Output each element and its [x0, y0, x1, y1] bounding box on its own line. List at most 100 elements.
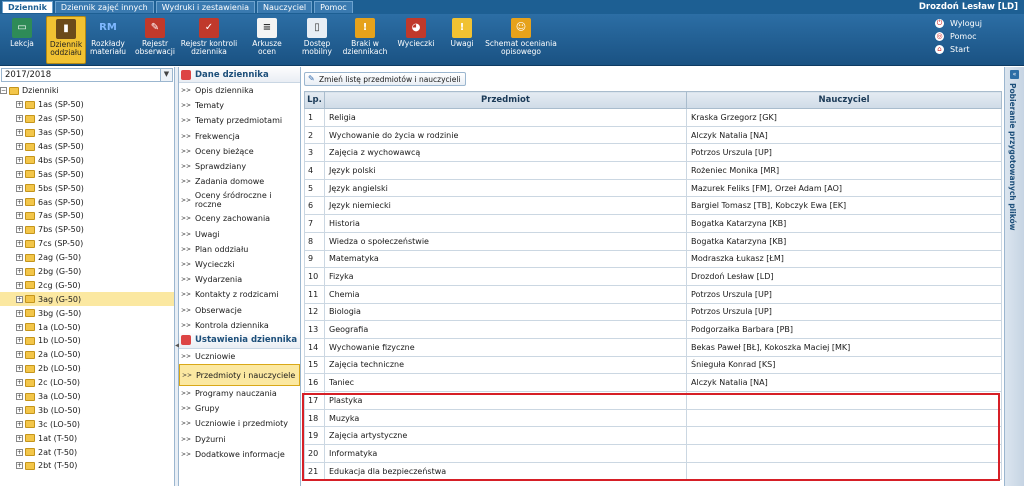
- table-row[interactable]: 9 Matematyka Modraszka Łukasz [ŁM]: [304, 249, 1002, 269]
- tree-item[interactable]: +2a (LO-50): [0, 348, 174, 362]
- nav-item[interactable]: >> Tematy: [179, 98, 300, 113]
- tree-item[interactable]: +1at (T-50): [0, 431, 174, 445]
- nav-item[interactable]: >> Wycieczki: [179, 257, 300, 272]
- table-row[interactable]: 7 Historia Bogatka Katarzyna [KB]: [304, 214, 1002, 233]
- tree-item[interactable]: +3bg (G-50): [0, 306, 174, 320]
- expand-icon[interactable]: +: [16, 143, 23, 150]
- toolbar-button-scheme[interactable]: ☺ Schemat oceniania opisowego: [482, 16, 560, 64]
- table-row[interactable]: 10 Fizyka Drozdoń Lesław [LD]: [304, 267, 1002, 286]
- expand-icon[interactable]: +: [16, 323, 23, 331]
- tree-item[interactable]: +4bs (SP-50): [0, 153, 174, 167]
- tree-item[interactable]: +2ag (G-50): [0, 251, 174, 265]
- nav-item[interactable]: >> Dodatkowe informacje: [179, 447, 300, 462]
- toolbar-button-board[interactable]: ▭ Lekcja: [2, 16, 42, 64]
- nav-item[interactable]: >> Uwagi: [179, 227, 300, 242]
- expand-icon[interactable]: +: [16, 309, 23, 317]
- tree-item[interactable]: +3b (LO-50): [0, 403, 174, 417]
- tree-item[interactable]: +3a (LO-50): [0, 390, 174, 404]
- tab-3[interactable]: Nauczyciel: [257, 1, 313, 13]
- toolbar-button-control[interactable]: ✓ Rejestr kontroli dziennika: [180, 16, 238, 64]
- expand-icon[interactable]: +: [16, 129, 23, 137]
- tree-item[interactable]: +5as (SP-50): [0, 167, 174, 181]
- nav-item[interactable]: >> Frekwencja: [179, 129, 300, 144]
- table-row[interactable]: 17 Plastyka: [304, 391, 1002, 410]
- tree-item[interactable]: +6as (SP-50): [0, 195, 174, 209]
- tree-item[interactable]: +3as (SP-50): [0, 126, 174, 140]
- table-row[interactable]: 6 Język niemiecki Bargiel Tomasz [TB], Kob…: [304, 196, 1002, 216]
- expand-icon[interactable]: +: [16, 254, 23, 262]
- tree-item[interactable]: +4as (SP-50): [0, 140, 174, 154]
- nav-item[interactable]: >> Opis dziennika: [179, 83, 300, 98]
- tab-2[interactable]: Wydruki i zestawienia: [155, 1, 256, 13]
- table-row[interactable]: 13 Geografia Podgorzałka Barbara [PB]: [304, 320, 1002, 339]
- expand-icon[interactable]: +: [16, 462, 23, 470]
- table-row[interactable]: 4 Język polski Rożeniec Monika [MR]: [304, 161, 1002, 180]
- expand-icon[interactable]: +: [16, 101, 23, 109]
- expand-icon[interactable]: +: [16, 351, 23, 359]
- nav-item[interactable]: >> Uczniowie: [179, 349, 300, 364]
- expand-icon[interactable]: «: [1010, 70, 1019, 79]
- tree-item[interactable]: +2c (LO-50): [0, 376, 174, 390]
- tree-item[interactable]: +1as (SP-50): [0, 98, 174, 112]
- table-row[interactable]: 20 Informatyka: [304, 444, 1002, 463]
- tree-item[interactable]: +7cs (SP-50): [0, 237, 174, 251]
- table-row[interactable]: 14 Wychowanie fizyczne Bekas Paweł [BŁ], K…: [304, 337, 1002, 357]
- nav-item[interactable]: >> Sprawdziany: [179, 159, 300, 174]
- toolbar-button-trip[interactable]: ◕ Wycieczki: [394, 16, 438, 64]
- user-name[interactable]: Drozdoń Lesław [LD]: [919, 2, 1018, 12]
- tree-root[interactable]: − Dzienniki: [0, 84, 174, 98]
- logout-link[interactable]: ⏻ Wyloguj: [935, 17, 982, 30]
- expand-icon[interactable]: +: [16, 240, 23, 248]
- nav-item[interactable]: >> Grupy: [179, 401, 300, 416]
- tree-item[interactable]: +2bg (G-50): [0, 265, 174, 279]
- expand-icon[interactable]: +: [16, 281, 23, 289]
- expand-icon[interactable]: +: [16, 198, 23, 206]
- expand-icon[interactable]: +: [16, 115, 23, 123]
- tree-item[interactable]: +2bt (T-50): [0, 459, 174, 473]
- toolbar-button-note[interactable]: ! Uwagi: [447, 16, 477, 64]
- nav-item[interactable]: >> Programy nauczania: [179, 386, 300, 401]
- tree-item[interactable]: +1a (LO-50): [0, 320, 174, 334]
- toolbar-button-rm[interactable]: RM Rozkłady materiału: [88, 16, 128, 64]
- expand-icon[interactable]: +: [16, 365, 23, 373]
- column-header-teacher[interactable]: Nauczyciel: [686, 91, 1002, 109]
- downloads-panel[interactable]: « Pobieranie przygotowanych plików: [1004, 67, 1024, 486]
- table-row[interactable]: 12 Biologia Potrzos Urszula [UP]: [304, 302, 1002, 322]
- expand-icon[interactable]: +: [16, 156, 23, 164]
- expand-icon[interactable]: +: [16, 212, 23, 220]
- table-row[interactable]: 21 Edukacja dla bezpieczeństwa: [304, 461, 1002, 481]
- expand-icon[interactable]: +: [16, 393, 23, 401]
- toolbar-button-register[interactable]: ✎ Rejestr obserwacji: [134, 16, 176, 64]
- help-link[interactable]: ◎ Pomoc: [935, 30, 982, 43]
- tree-item[interactable]: +7bs (SP-50): [0, 223, 174, 237]
- expand-icon[interactable]: +: [16, 337, 23, 345]
- tab-0[interactable]: Dziennik: [2, 1, 53, 13]
- nav-item[interactable]: >> Kontakty z rodzicami: [179, 287, 300, 302]
- tree-item[interactable]: +3ag (G-50): [0, 292, 174, 307]
- nav-item[interactable]: >> Zadania domowe: [179, 174, 300, 189]
- expand-icon[interactable]: +: [16, 268, 23, 276]
- table-row[interactable]: 1 Religia Kraska Grzegorz [GK]: [304, 108, 1002, 127]
- chevron-down-icon[interactable]: ▼: [160, 69, 172, 81]
- expand-icon[interactable]: +: [16, 295, 23, 303]
- expand-icon[interactable]: +: [16, 184, 23, 192]
- table-row[interactable]: 2 Wychowanie do życia w rodzinie Alczyk Na…: [304, 125, 1002, 145]
- tree-item[interactable]: +5bs (SP-50): [0, 181, 174, 195]
- column-header-subject[interactable]: Przedmiot: [324, 91, 687, 109]
- table-row[interactable]: 18 Muzyka: [304, 408, 1002, 428]
- start-link[interactable]: ⌂ Start: [935, 43, 982, 56]
- column-header-lp[interactable]: Lp.: [304, 91, 325, 109]
- nav-item[interactable]: >> Tematy przedmiotami: [179, 113, 300, 128]
- nav-item[interactable]: >> Plan oddziału: [179, 242, 300, 257]
- tree-item[interactable]: +1b (LO-50): [0, 334, 174, 348]
- tree-item[interactable]: +2as (SP-50): [0, 112, 174, 126]
- expand-icon[interactable]: +: [16, 406, 23, 414]
- table-row[interactable]: 3 Zajęcia z wychowawcą Potrzos Urszula [UP…: [304, 143, 1002, 163]
- expand-icon[interactable]: +: [16, 448, 23, 456]
- tree-item[interactable]: +2b (LO-50): [0, 362, 174, 376]
- expand-icon[interactable]: +: [16, 170, 23, 178]
- nav-item[interactable]: >> Obserwacje: [179, 302, 300, 317]
- nav-item[interactable]: >> Kontrola dziennika: [179, 318, 300, 333]
- toolbar-button-missing[interactable]: ! Braki w dziennikach: [342, 16, 388, 64]
- year-select[interactable]: 2017/2018 ▼: [1, 68, 173, 82]
